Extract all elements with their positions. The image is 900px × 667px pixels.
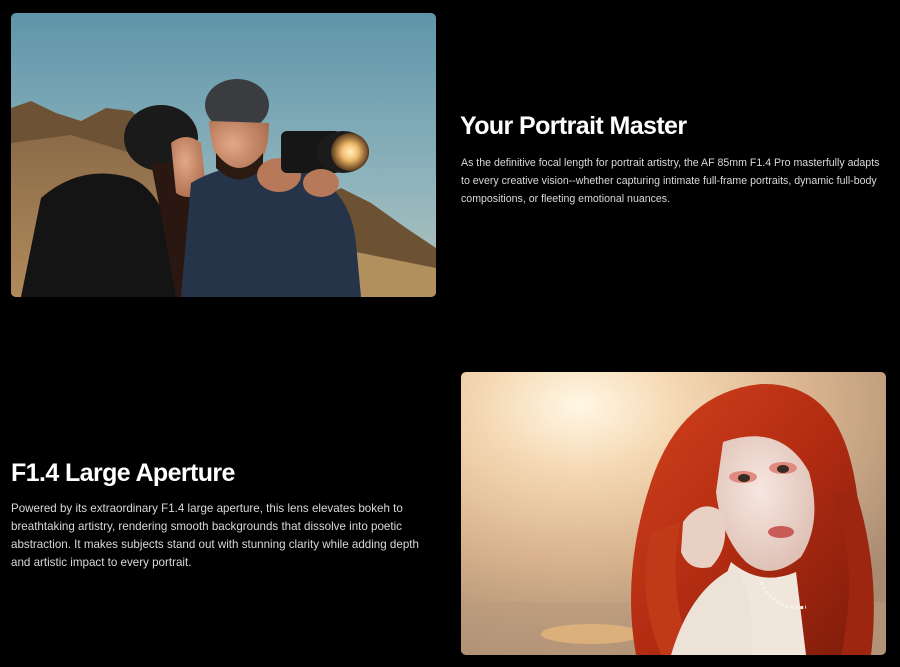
- photographer-couple-photo: [11, 13, 436, 297]
- section-description-portrait-master: As the definitive focal length for portr…: [461, 157, 880, 205]
- red-hair-portrait-illustration: [461, 372, 886, 655]
- section-description-large-aperture: Powered by its extraordinary F1.4 large …: [11, 502, 419, 569]
- red-hair-portrait-photo: [461, 372, 886, 655]
- photographer-couple-illustration: [11, 13, 436, 297]
- section-title-large-aperture: F1.4 Large Aperture: [11, 459, 235, 487]
- section-title-portrait-master: Your Portrait Master: [460, 112, 687, 140]
